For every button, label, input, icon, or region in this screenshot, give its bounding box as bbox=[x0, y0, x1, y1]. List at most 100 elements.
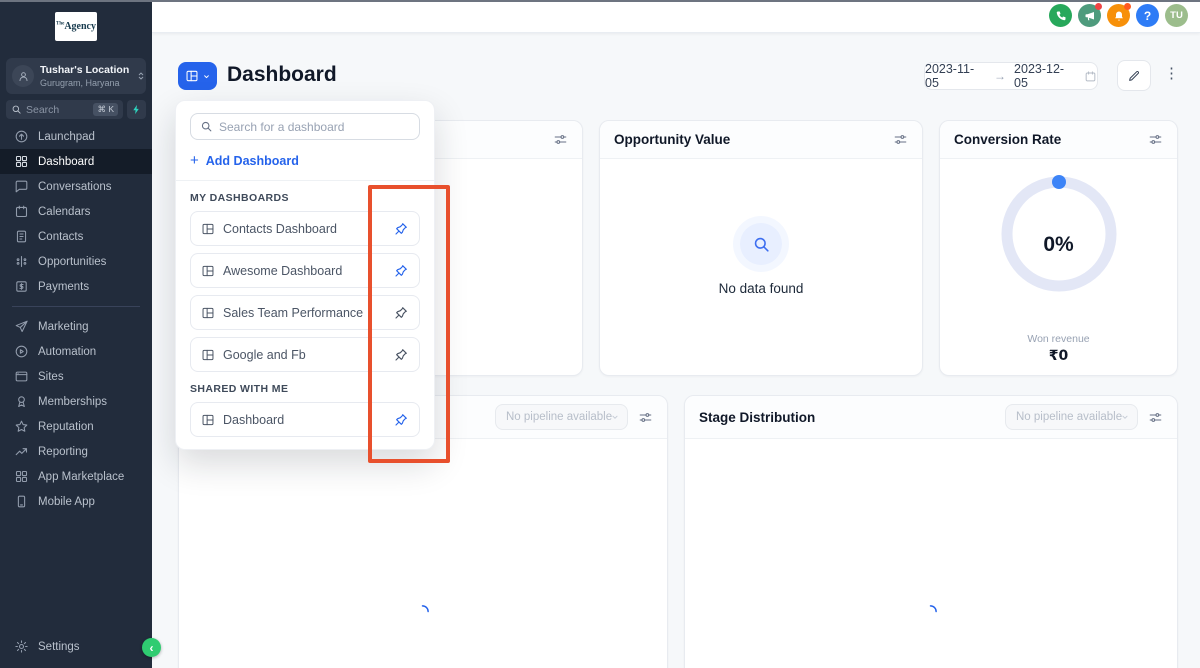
sidebar-item-reporting[interactable]: Reporting bbox=[0, 439, 152, 464]
dashboard-grid-icon bbox=[185, 69, 199, 83]
dashboard-tile-icon bbox=[201, 348, 215, 362]
conversion-rate-card: Conversion Rate 0% Won revenue ₹0 bbox=[939, 120, 1178, 376]
dashboard-menu-item[interactable]: Google and Fb bbox=[190, 337, 420, 372]
topbar: ? TU bbox=[152, 0, 1200, 33]
sidebar-search[interactable]: ⌘ K bbox=[6, 100, 123, 119]
dashboard-menu-item[interactable]: Dashboard bbox=[190, 402, 420, 437]
sidebar-item-marketing[interactable]: Marketing bbox=[0, 314, 152, 339]
phone-button[interactable] bbox=[1049, 4, 1072, 27]
sidebar-item-dashboard[interactable]: Dashboard bbox=[0, 149, 152, 174]
dashboard-switcher-button[interactable] bbox=[178, 62, 217, 90]
sidebar-item-calendars[interactable]: Calendars bbox=[0, 199, 152, 224]
sidebar-item-contacts[interactable]: Contacts bbox=[0, 224, 152, 249]
sidebar-item-payments[interactable]: Payments bbox=[0, 274, 152, 299]
automation-icon bbox=[14, 344, 29, 359]
chevron-down-icon bbox=[1120, 412, 1130, 422]
main-content: Dashboard 2023-11-05 → 2023-12-05 ⋮ Oppo… bbox=[152, 33, 1200, 668]
pin-icon[interactable] bbox=[393, 305, 409, 321]
widget-options-button[interactable] bbox=[1148, 410, 1163, 425]
sidebar-item-reputation[interactable]: Reputation bbox=[0, 414, 152, 439]
pin-icon[interactable] bbox=[393, 221, 409, 237]
sidebar: TheAgency Tushar's Location Gurugram, Ha… bbox=[0, 0, 152, 668]
add-dashboard-button[interactable]: + Add Dashboard bbox=[190, 152, 420, 169]
agency-logo-text: TheAgency bbox=[56, 21, 96, 32]
loading-spinner bbox=[415, 604, 430, 619]
widget-options-button[interactable] bbox=[553, 132, 568, 147]
pipeline-select[interactable]: No pipeline available bbox=[1005, 404, 1138, 430]
help-icon: ? bbox=[1144, 9, 1151, 23]
trend-icon bbox=[14, 444, 29, 459]
sidebar-item-sites[interactable]: Sites bbox=[0, 364, 152, 389]
dropdown-divider bbox=[176, 180, 434, 181]
pin-icon[interactable] bbox=[393, 412, 409, 428]
pipeline-select[interactable]: No pipeline available bbox=[495, 404, 628, 430]
sidebar-item-mobile-app[interactable]: Mobile App bbox=[0, 489, 152, 514]
calendar-icon bbox=[14, 204, 29, 219]
dashboard-search[interactable] bbox=[190, 113, 420, 140]
dashboard-search-input[interactable] bbox=[219, 120, 410, 134]
page-title: Dashboard bbox=[227, 63, 337, 87]
location-name: Tushar's Location bbox=[40, 64, 129, 76]
location-avatar-icon bbox=[12, 65, 34, 87]
card-title: Stage Distribution bbox=[699, 410, 995, 425]
sidebar-item-opportunities[interactable]: Opportunities bbox=[0, 249, 152, 274]
sidebar-item-conversations[interactable]: Conversations bbox=[0, 174, 152, 199]
section-my-dashboards: MY DASHBOARDS bbox=[190, 192, 420, 204]
sidebar-item-launchpad[interactable]: Launchpad bbox=[0, 124, 152, 149]
dashboard-menu-item[interactable]: Awesome Dashboard bbox=[190, 253, 420, 288]
arrow-right-icon: → bbox=[994, 69, 1006, 83]
sidebar-item-app-marketplace[interactable]: App Marketplace bbox=[0, 464, 152, 489]
chevron-down-icon bbox=[610, 412, 620, 422]
sidebar-nav: Launchpad Dashboard Conversations Calend… bbox=[0, 124, 152, 514]
contacts-icon bbox=[14, 229, 29, 244]
more-options-button[interactable]: ⋮ bbox=[1162, 64, 1182, 82]
app-window: TheAgency Tushar's Location Gurugram, Ha… bbox=[0, 0, 1200, 668]
announcements-button[interactable] bbox=[1078, 4, 1101, 27]
sidebar-search-input[interactable] bbox=[26, 104, 78, 116]
window-top-edge bbox=[0, 0, 1200, 2]
search-empty-icon bbox=[740, 223, 782, 265]
date-range-picker[interactable]: 2023-11-05 → 2023-12-05 bbox=[924, 62, 1098, 90]
loading-spinner bbox=[923, 604, 938, 619]
user-avatar[interactable]: TU bbox=[1165, 4, 1188, 27]
pin-icon[interactable] bbox=[393, 347, 409, 363]
won-revenue-label: Won revenue bbox=[940, 333, 1177, 345]
edit-dashboard-button[interactable] bbox=[1117, 60, 1151, 91]
megaphone-icon bbox=[1084, 10, 1096, 22]
agency-logo[interactable]: TheAgency bbox=[55, 12, 97, 41]
conversion-rate-value: 0% bbox=[940, 233, 1177, 257]
widget-options-button[interactable] bbox=[893, 132, 908, 147]
dashboard-menu-item[interactable]: Contacts Dashboard bbox=[190, 211, 420, 246]
search-icon bbox=[11, 104, 22, 115]
widget-options-button[interactable] bbox=[638, 410, 653, 425]
sidebar-collapse-button[interactable]: ‹ bbox=[142, 638, 161, 657]
sidebar-item-automation[interactable]: Automation bbox=[0, 339, 152, 364]
opportunity-value-card: Opportunity Value No data found bbox=[599, 120, 923, 376]
payments-icon bbox=[14, 279, 29, 294]
sidebar-item-memberships[interactable]: Memberships bbox=[0, 389, 152, 414]
won-revenue-value: ₹0 bbox=[940, 348, 1177, 364]
bolt-icon bbox=[131, 104, 142, 115]
location-chevrons-icon bbox=[135, 69, 147, 83]
ai-spark-button[interactable] bbox=[127, 100, 146, 119]
grid-icon bbox=[14, 469, 29, 484]
location-switcher[interactable]: Tushar's Location Gurugram, Haryana bbox=[6, 58, 146, 94]
stage-distribution-card: Stage Distribution No pipeline available bbox=[684, 395, 1178, 668]
bell-icon bbox=[1113, 10, 1125, 22]
notifications-button[interactable] bbox=[1107, 4, 1130, 27]
card-title: Conversion Rate bbox=[954, 132, 1138, 147]
pin-icon[interactable] bbox=[393, 263, 409, 279]
phone-icon bbox=[1055, 10, 1067, 22]
browser-icon bbox=[14, 369, 29, 384]
send-icon bbox=[14, 319, 29, 334]
sidebar-item-settings[interactable]: Settings bbox=[0, 634, 152, 659]
empty-state: No data found bbox=[600, 223, 922, 296]
dashboard-tile-icon bbox=[201, 222, 215, 236]
widget-options-button[interactable] bbox=[1148, 132, 1163, 147]
search-icon bbox=[200, 120, 213, 133]
dashboard-menu-item[interactable]: Sales Team Performance bbox=[190, 295, 420, 330]
chevron-down-icon bbox=[202, 72, 211, 81]
dashboard-icon bbox=[14, 154, 29, 169]
help-button[interactable]: ? bbox=[1136, 4, 1159, 27]
dashboard-switcher-dropdown: + Add Dashboard MY DASHBOARDS Contacts D… bbox=[175, 100, 435, 450]
